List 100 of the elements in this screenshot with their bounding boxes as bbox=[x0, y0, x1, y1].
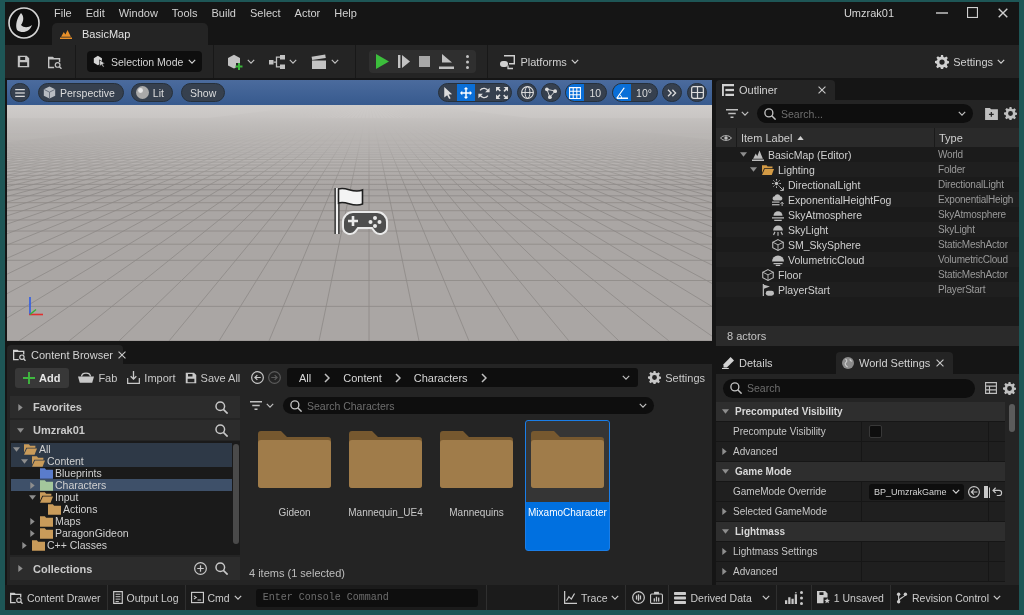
play-icon[interactable] bbox=[376, 54, 390, 69]
expand-arrow-icon[interactable] bbox=[722, 508, 727, 515]
caret-icon[interactable] bbox=[639, 403, 647, 408]
tree-arrow-icon[interactable] bbox=[30, 517, 35, 525]
caret-icon[interactable] bbox=[289, 59, 298, 64]
add-folder-icon[interactable] bbox=[985, 107, 998, 120]
caret-icon[interactable] bbox=[741, 111, 749, 116]
menu-item[interactable]: File bbox=[47, 2, 79, 23]
caret-icon[interactable] bbox=[331, 59, 340, 64]
search-input[interactable]: Search bbox=[747, 381, 968, 395]
folder-tile[interactable]: Mannequin_UE4 bbox=[343, 420, 428, 551]
mode-dropdown[interactable]: Selection Mode bbox=[87, 51, 203, 72]
expand-arrow-icon[interactable] bbox=[722, 568, 727, 575]
folder-item[interactable]: Content bbox=[11, 455, 232, 467]
filter-icon[interactable] bbox=[250, 401, 262, 410]
add-circle-icon[interactable] bbox=[194, 562, 207, 575]
expand-arrow-icon[interactable] bbox=[18, 565, 23, 572]
breadcrumb-item[interactable]: Content bbox=[341, 371, 384, 384]
outliner-row[interactable]: SM_SkySphere StaticMeshActor bbox=[716, 237, 1019, 252]
folder-item[interactable]: Maps bbox=[11, 515, 232, 527]
outliner-row[interactable]: DirectionalLight DirectionalLight bbox=[716, 177, 1019, 192]
bar-circle-icon[interactable] bbox=[632, 591, 646, 604]
add-button[interactable]: Add bbox=[15, 367, 70, 388]
cube-plus-icon[interactable] bbox=[227, 53, 244, 70]
table-icon[interactable] bbox=[985, 382, 997, 394]
view-mode-button[interactable]: Perspective bbox=[38, 83, 124, 102]
outliner-row[interactable]: Lighting Folder bbox=[716, 162, 1019, 177]
search-field[interactable]: Search... bbox=[757, 104, 973, 123]
outliner-row[interactable]: BasicMap (Editor) World bbox=[716, 147, 1019, 162]
menu-item[interactable]: Edit bbox=[78, 2, 112, 23]
derived-data-dropdown[interactable]: Derived Data bbox=[669, 585, 776, 610]
viewport-menu-button[interactable] bbox=[10, 83, 30, 102]
node-graph-icon[interactable] bbox=[269, 53, 286, 70]
folder-search-icon[interactable] bbox=[48, 54, 62, 69]
panel-tab[interactable]: Content Browser bbox=[7, 345, 123, 364]
lighting-mode-button[interactable]: Lit bbox=[130, 83, 173, 102]
close-icon[interactable] bbox=[818, 86, 826, 94]
menu-item[interactable]: Actor bbox=[287, 2, 328, 23]
surface-snap-button[interactable] bbox=[541, 83, 562, 102]
output-log-button[interactable]: Output Log bbox=[107, 585, 185, 610]
content-drawer-button[interactable]: Content Drawer bbox=[5, 585, 107, 610]
folder-tile[interactable]: Gideon bbox=[252, 420, 337, 551]
folder-item[interactable]: Actions bbox=[11, 503, 232, 515]
move-tool-button[interactable] bbox=[457, 84, 476, 101]
search-icon[interactable] bbox=[215, 400, 228, 414]
more-icon[interactable] bbox=[466, 54, 470, 69]
filter-icon[interactable] bbox=[726, 109, 738, 118]
expand-arrow-icon[interactable] bbox=[18, 403, 23, 411]
menu-item[interactable]: Help bbox=[327, 2, 364, 23]
panel-tab[interactable]: Details bbox=[716, 352, 833, 374]
eye-icon[interactable] bbox=[720, 133, 732, 142]
save-icon[interactable] bbox=[17, 55, 30, 68]
caret-icon[interactable] bbox=[958, 111, 966, 116]
globe-button[interactable] bbox=[517, 83, 538, 102]
caret-icon[interactable] bbox=[266, 403, 274, 408]
reset-arrow-icon[interactable] bbox=[991, 487, 1003, 496]
grid-snap-toggle[interactable] bbox=[566, 84, 585, 101]
close-icon[interactable] bbox=[998, 7, 1008, 18]
panel-tab[interactable]: World Settings bbox=[836, 352, 953, 374]
expand-arrow-icon[interactable] bbox=[17, 427, 24, 433]
caret-icon[interactable] bbox=[622, 375, 631, 380]
folder-tile[interactable]: MixamoCharacter bbox=[525, 420, 610, 551]
platforms-dropdown[interactable]: Platforms bbox=[500, 50, 579, 73]
search-field[interactable]: Search Characters bbox=[283, 397, 654, 414]
caret-icon[interactable] bbox=[247, 59, 256, 64]
clapperboard-icon[interactable] bbox=[311, 53, 328, 70]
search-icon[interactable] bbox=[215, 423, 228, 437]
tree-arrow-icon[interactable] bbox=[21, 458, 28, 464]
document-icon[interactable] bbox=[984, 485, 990, 498]
folder-item[interactable]: ParagonGideon bbox=[11, 527, 232, 539]
angle-size-button[interactable]: 10° bbox=[631, 84, 657, 101]
menu-item[interactable]: Tools bbox=[164, 2, 205, 23]
outliner-row[interactable]: SkyLight SkyLight bbox=[716, 222, 1019, 237]
tree-arrow-icon[interactable] bbox=[22, 541, 27, 549]
dropdown[interactable]: BP_UmzrakGame bbox=[869, 483, 964, 500]
play-bar-icon[interactable] bbox=[439, 54, 455, 69]
folder-tile[interactable]: Mannequins bbox=[434, 420, 519, 551]
more-icon[interactable] bbox=[799, 590, 803, 605]
breadcrumb-item[interactable]: All bbox=[297, 371, 314, 384]
search-input[interactable]: Search... bbox=[781, 106, 953, 121]
revision-control-dropdown[interactable]: Revision Control bbox=[890, 585, 1007, 610]
close-icon[interactable] bbox=[936, 359, 944, 367]
checkbox[interactable] bbox=[869, 425, 882, 438]
settings-icon[interactable] bbox=[1004, 107, 1017, 120]
show-button[interactable]: Show bbox=[180, 83, 226, 102]
outliner-row[interactable]: Floor StaticMeshActor bbox=[716, 267, 1019, 282]
outliner-row[interactable]: VolumetricCloud VolumetricCloud bbox=[716, 252, 1019, 267]
folder-item[interactable]: Input bbox=[11, 491, 232, 503]
bar-chart-icon[interactable] bbox=[784, 591, 797, 604]
settings-icon[interactable] bbox=[1003, 381, 1016, 395]
menu-item[interactable]: Window bbox=[111, 2, 165, 23]
breadcrumb-item[interactable]: Characters bbox=[411, 371, 470, 384]
column-heading[interactable]: Type bbox=[935, 128, 963, 147]
search-icon[interactable] bbox=[215, 562, 228, 575]
scrollbar-thumb[interactable] bbox=[233, 444, 239, 544]
category-header[interactable]: Precomputed Visibility bbox=[716, 402, 1005, 422]
grid-size-button[interactable]: 10 bbox=[584, 84, 607, 101]
save-all-button[interactable]: Save All bbox=[184, 367, 241, 388]
tree-arrow-icon[interactable] bbox=[30, 529, 35, 537]
chevron-icon[interactable] bbox=[324, 372, 331, 383]
